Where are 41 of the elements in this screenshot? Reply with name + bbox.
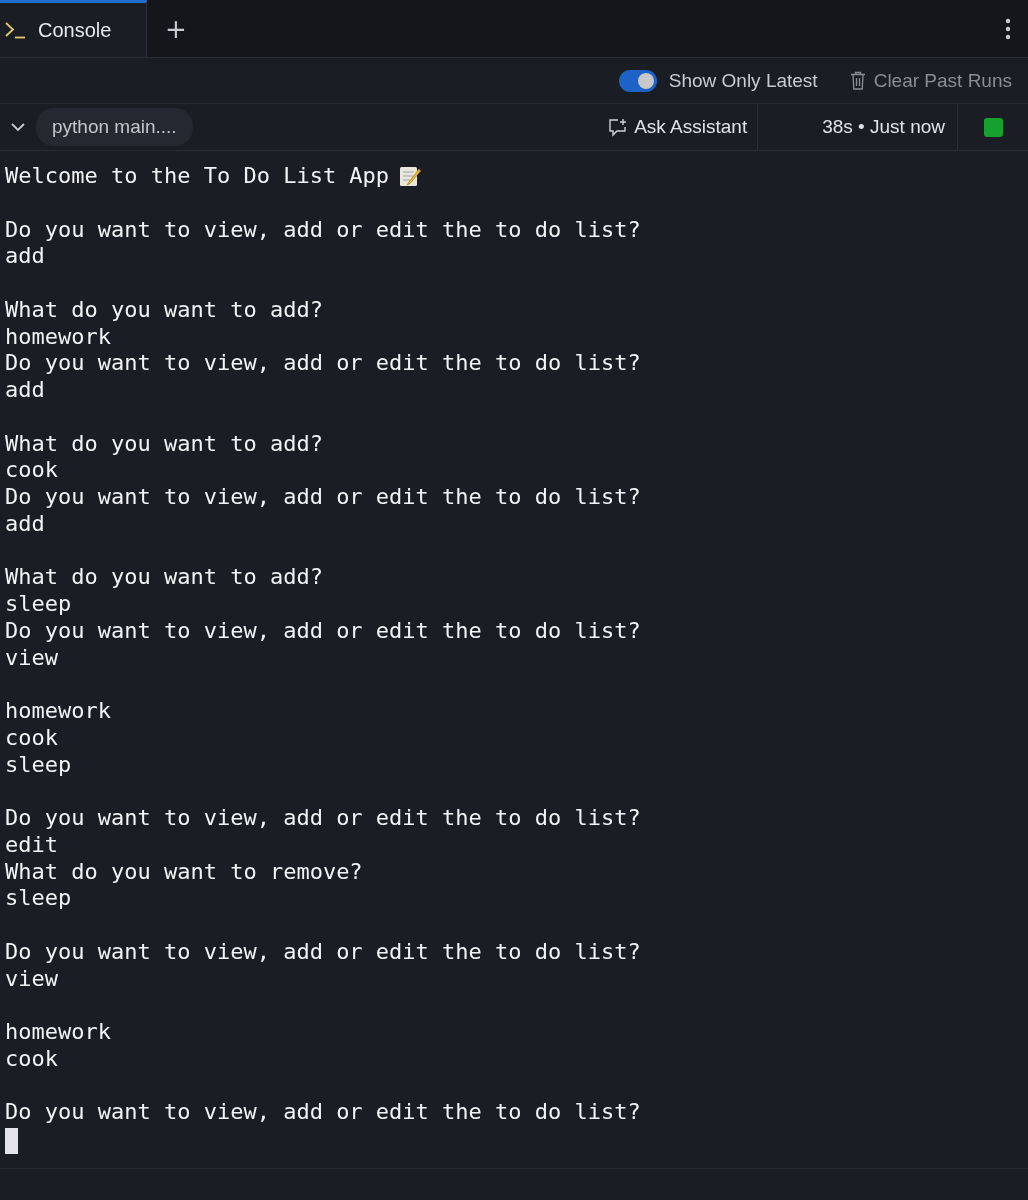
console-line: cook: [5, 457, 58, 484]
console-line: cook: [5, 724, 58, 752]
console-line: Do you want to view, add or edit the to do list?: [5, 1099, 641, 1126]
console-line: Welcome to the To Do List App: [5, 163, 390, 190]
console-line: sleep: [5, 751, 72, 779]
console-line: sleep: [5, 885, 72, 912]
console-line: view: [5, 965, 58, 993]
console-line: add: [5, 377, 45, 404]
console-line: Do you want to view, add or edit the to do list?: [5, 805, 641, 832]
console-line: homework: [5, 698, 111, 725]
console-line: edit: [5, 831, 58, 859]
chevron-icon: [10, 122, 26, 132]
console-line: sleep: [5, 591, 72, 618]
console-line: Do you want to view, add or edit the to do list?: [5, 484, 641, 511]
console-line: What do you want to add?: [5, 430, 323, 458]
console-line: Do you want to view, add or edit the to do list?: [5, 216, 641, 244]
text-cursor: [5, 1128, 18, 1154]
show-only-latest-toggle[interactable]: Show Only Latest: [612, 68, 824, 93]
console-line: What do you want to add?: [5, 296, 323, 324]
console-line: add: [5, 510, 45, 538]
console-line: Do you want to view, add or edit the to do list?: [5, 350, 641, 377]
toggle-switch[interactable]: [618, 69, 657, 92]
console-line: Do you want to view, add or edit the to do list?: [5, 938, 641, 966]
console-line: Do you want to view, add or edit the to do list?: [5, 617, 641, 645]
command-chip[interactable]: python main....: [36, 108, 193, 146]
console-line: What do you want to add?: [5, 564, 323, 591]
terminal-icon: [4, 21, 26, 39]
console-line: homework: [5, 323, 111, 351]
run-timing: 38s • Just now: [758, 104, 958, 150]
console-tab[interactable]: Console: [0, 0, 147, 57]
console-line: view: [5, 644, 58, 672]
console-line: homework: [5, 1019, 111, 1046]
chat-sparkle-icon: [608, 117, 629, 137]
ask-assistant-button[interactable]: Ask Assistant: [598, 104, 759, 150]
console-line: add: [5, 243, 45, 270]
more-icon[interactable]: [1005, 17, 1011, 40]
console-line: cook: [5, 1045, 58, 1073]
console-line: What do you want to remove?: [5, 858, 363, 886]
memo-icon: [399, 165, 422, 188]
trash-icon: [849, 71, 866, 90]
new-tab-button[interactable]: +: [147, 0, 205, 57]
